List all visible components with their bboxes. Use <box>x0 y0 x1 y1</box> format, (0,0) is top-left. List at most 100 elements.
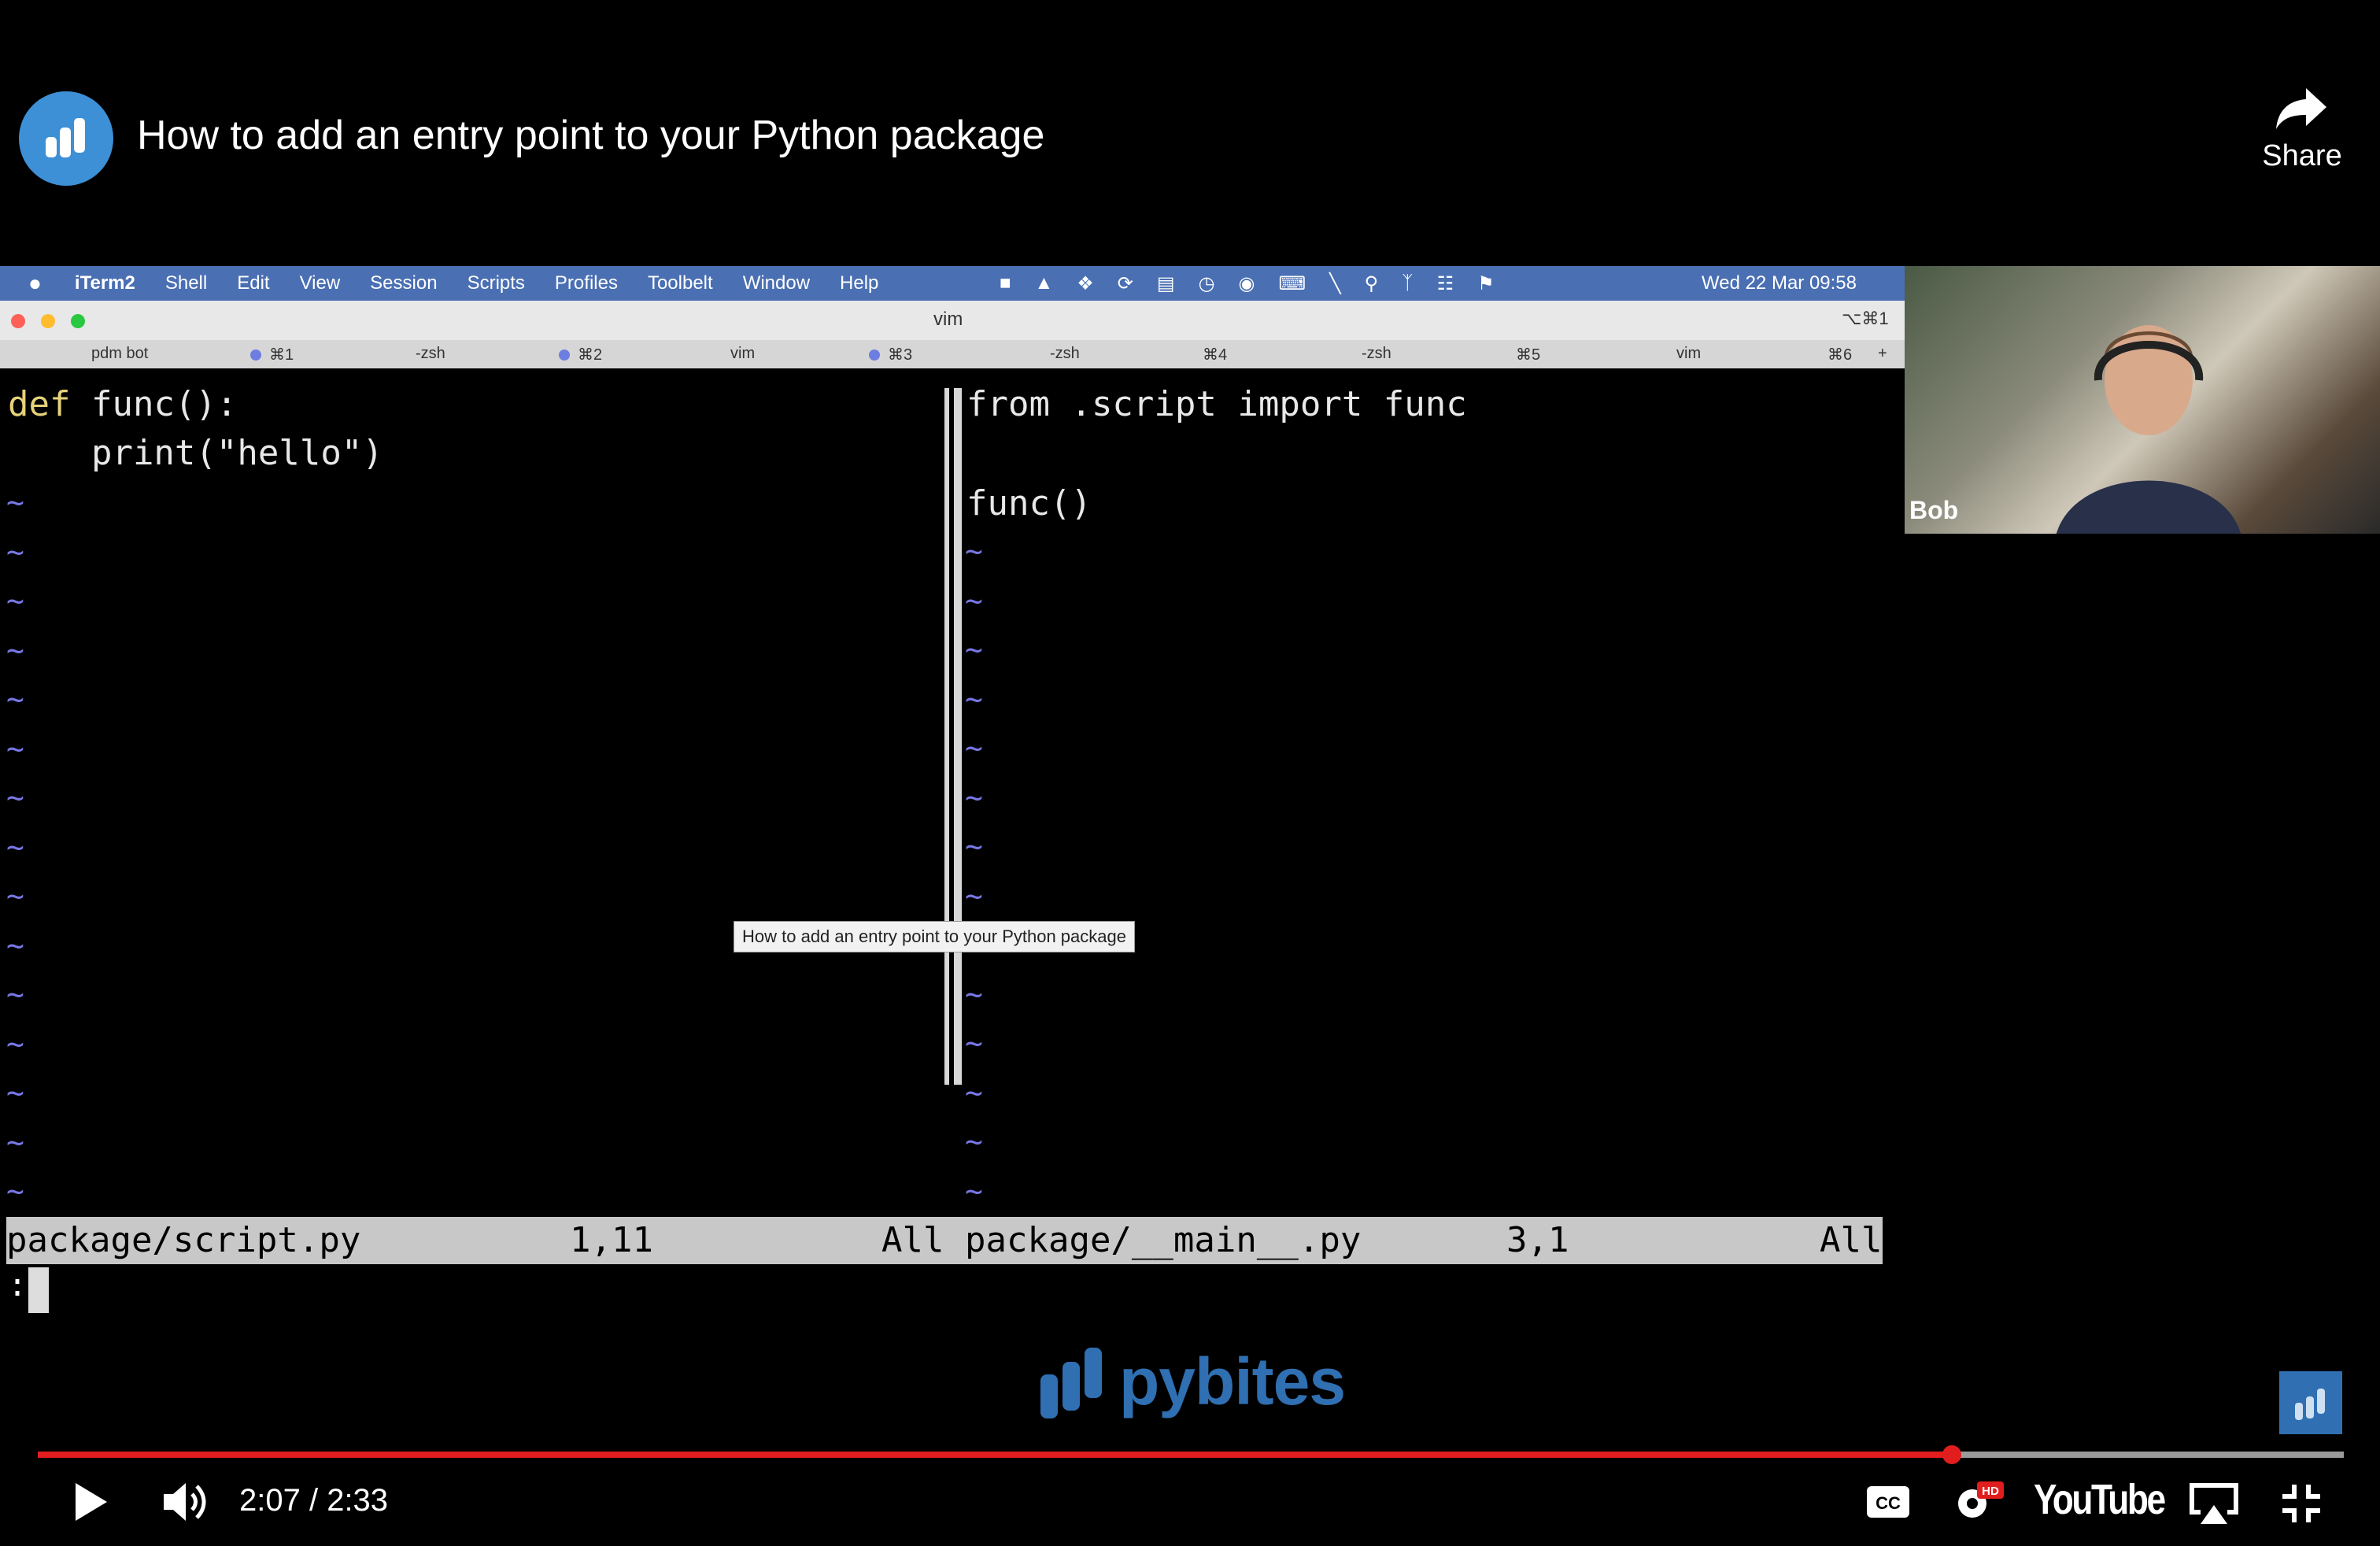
empty-line-tilde: ~ <box>965 1074 983 1110</box>
tab-activity-dot <box>869 350 880 361</box>
empty-line-tilde: ~ <box>6 829 24 864</box>
right-scroll-indicator: All <box>1820 1220 1883 1260</box>
pybites-logo-icon <box>1040 1348 1102 1418</box>
share-button[interactable]: Share <box>2251 85 2353 203</box>
tab-shortcut: ⌘1 <box>250 345 294 364</box>
menu-scripts: Scripts <box>467 272 525 294</box>
left-code-line-2: print("hello") <box>8 433 383 473</box>
play-button[interactable] <box>71 1480 110 1528</box>
share-label: Share <box>2262 139 2342 172</box>
empty-line-tilde: ~ <box>965 583 983 618</box>
minimize-window-icon <box>41 314 55 328</box>
menu-toolbelt: Toolbelt <box>647 272 713 294</box>
mute-button[interactable] <box>161 1480 211 1528</box>
channel-logo-icon[interactable] <box>19 91 113 186</box>
webcam-name: Bob <box>1909 496 1959 524</box>
airplay-button[interactable] <box>2186 1480 2241 1531</box>
empty-line-tilde: ~ <box>6 632 24 668</box>
tab-shortcut: ⌘2 <box>559 345 602 364</box>
right-code-line-1: from .script import func <box>966 384 1467 424</box>
video-title-tooltip: How to add an entry point to your Python… <box>734 921 1135 952</box>
progress-played <box>38 1452 1952 1458</box>
tab-shortcut: ⌘6 <box>1828 346 1853 364</box>
menu-profiles: Profiles <box>554 272 618 294</box>
progress-scrubber-handle[interactable] <box>1942 1445 1961 1464</box>
right-code-line-3: func() <box>966 483 1092 523</box>
tab-label: pdm bot <box>91 345 149 362</box>
presenter-figure <box>2056 325 2241 534</box>
empty-line-tilde: ~ <box>6 780 24 815</box>
empty-line-tilde: ~ <box>965 632 983 667</box>
closed-captions-icon: CC <box>1867 1486 1909 1518</box>
volume-icon <box>164 1483 206 1521</box>
pen-icon: ╲ <box>1329 272 1341 294</box>
menu-session: Session <box>370 272 438 294</box>
empty-line-tilde: ~ <box>6 730 24 766</box>
vim-vertical-split-line <box>949 388 954 1085</box>
empty-line-tilde: ~ <box>6 927 24 963</box>
keyboard-icon: ⌨ <box>1278 272 1306 294</box>
dropbox-icon: ❖ <box>1077 272 1094 294</box>
tab-label: vim <box>1676 345 1702 362</box>
video-frame[interactable]: ● iTerm2 Shell Edit View Session Scripts… <box>0 266 1905 1337</box>
apple-icon: ● <box>28 271 42 295</box>
right-cursor-position: 3,1 <box>1506 1220 1569 1260</box>
play-icon <box>76 1483 107 1521</box>
progress-bar[interactable] <box>38 1445 2344 1464</box>
empty-line-tilde: ~ <box>965 1173 983 1208</box>
empty-line-tilde: ~ <box>965 976 983 1012</box>
gear-icon: HD <box>1958 1481 2004 1518</box>
menu-help: Help <box>840 272 879 294</box>
youtube-wordmark-link[interactable]: YouTube <box>2034 1475 2166 1524</box>
refresh-icon: ⟳ <box>1117 272 1133 294</box>
empty-line-tilde: ~ <box>965 1124 983 1159</box>
empty-line-tilde: ~ <box>6 1174 24 1208</box>
empty-line-tilde: ~ <box>965 730 983 765</box>
empty-line-tilde: ~ <box>965 681 983 716</box>
tab-shortcut: ⌘3 <box>869 345 912 364</box>
exit-fullscreen-button[interactable] <box>2279 1481 2323 1529</box>
tab-label: -zsh <box>1050 345 1080 362</box>
status-app-icon: ■ <box>1000 272 1011 294</box>
left-filename: package/script.py <box>6 1220 361 1260</box>
empty-line-tilde: ~ <box>6 534 24 569</box>
zoom-window-icon <box>71 314 85 328</box>
menu-edit: Edit <box>237 272 270 294</box>
mac-menubar: ● iTerm2 Shell Edit View Session Scripts… <box>0 266 1905 301</box>
exit-fullscreen-icon <box>2282 1485 2320 1522</box>
flag-icon: ⚑ <box>1477 272 1495 294</box>
tab-label: vim <box>730 345 756 362</box>
left-cursor-position: 1,11 <box>570 1220 653 1260</box>
empty-line-tilde: ~ <box>965 878 983 913</box>
tab-shortcut: ⌘5 <box>1516 346 1541 364</box>
docker-icon: ▲ <box>1034 272 1054 294</box>
window-shortcut: ⌥⌘1 <box>1842 309 1889 328</box>
tab-shortcut: ⌘4 <box>1203 346 1228 364</box>
window-icon: ▤ <box>1156 272 1175 294</box>
empty-line-tilde: ~ <box>6 583 24 618</box>
time-display: 2:07 / 2:33 <box>239 1483 389 1518</box>
empty-line-tilde: ~ <box>965 1026 983 1060</box>
empty-line-tilde: ~ <box>6 485 24 520</box>
right-filename: package/__main__.py <box>965 1220 1362 1260</box>
tab-label: -zsh <box>1362 345 1391 362</box>
elephant-icon: ◉ <box>1238 272 1255 294</box>
menu-view: View <box>299 272 341 294</box>
video-title[interactable]: How to add an entry point to your Python… <box>137 112 1044 159</box>
captions-button[interactable]: CC <box>1865 1485 1911 1523</box>
left-scroll-indicator: All <box>881 1220 944 1260</box>
svg-text:HD: HD <box>1982 1485 1999 1498</box>
pybites-wordmark: pybites <box>1119 1344 1346 1418</box>
empty-line-tilde: ~ <box>965 779 983 815</box>
empty-line-tilde: ~ <box>6 1075 24 1110</box>
channel-watermark-icon[interactable] <box>2279 1371 2342 1434</box>
menu-window: Window <box>742 272 811 294</box>
empty-line-tilde: ~ <box>6 1124 24 1160</box>
menubar-status-icons: ■ ▲ ❖ ⟳ ▤ ◷ ◉ ⌨ ╲ ⚲ ᛉ ☷ ⚑ <box>1000 266 1495 301</box>
vim-command-line: : <box>8 1267 28 1304</box>
menu-app-name: iTerm2 <box>74 272 135 294</box>
settings-button[interactable]: HD <box>1950 1478 2005 1529</box>
empty-line-tilde: ~ <box>965 534 983 568</box>
airplay-icon <box>2190 1483 2238 1524</box>
control-center-icon: ☷ <box>1436 272 1454 294</box>
